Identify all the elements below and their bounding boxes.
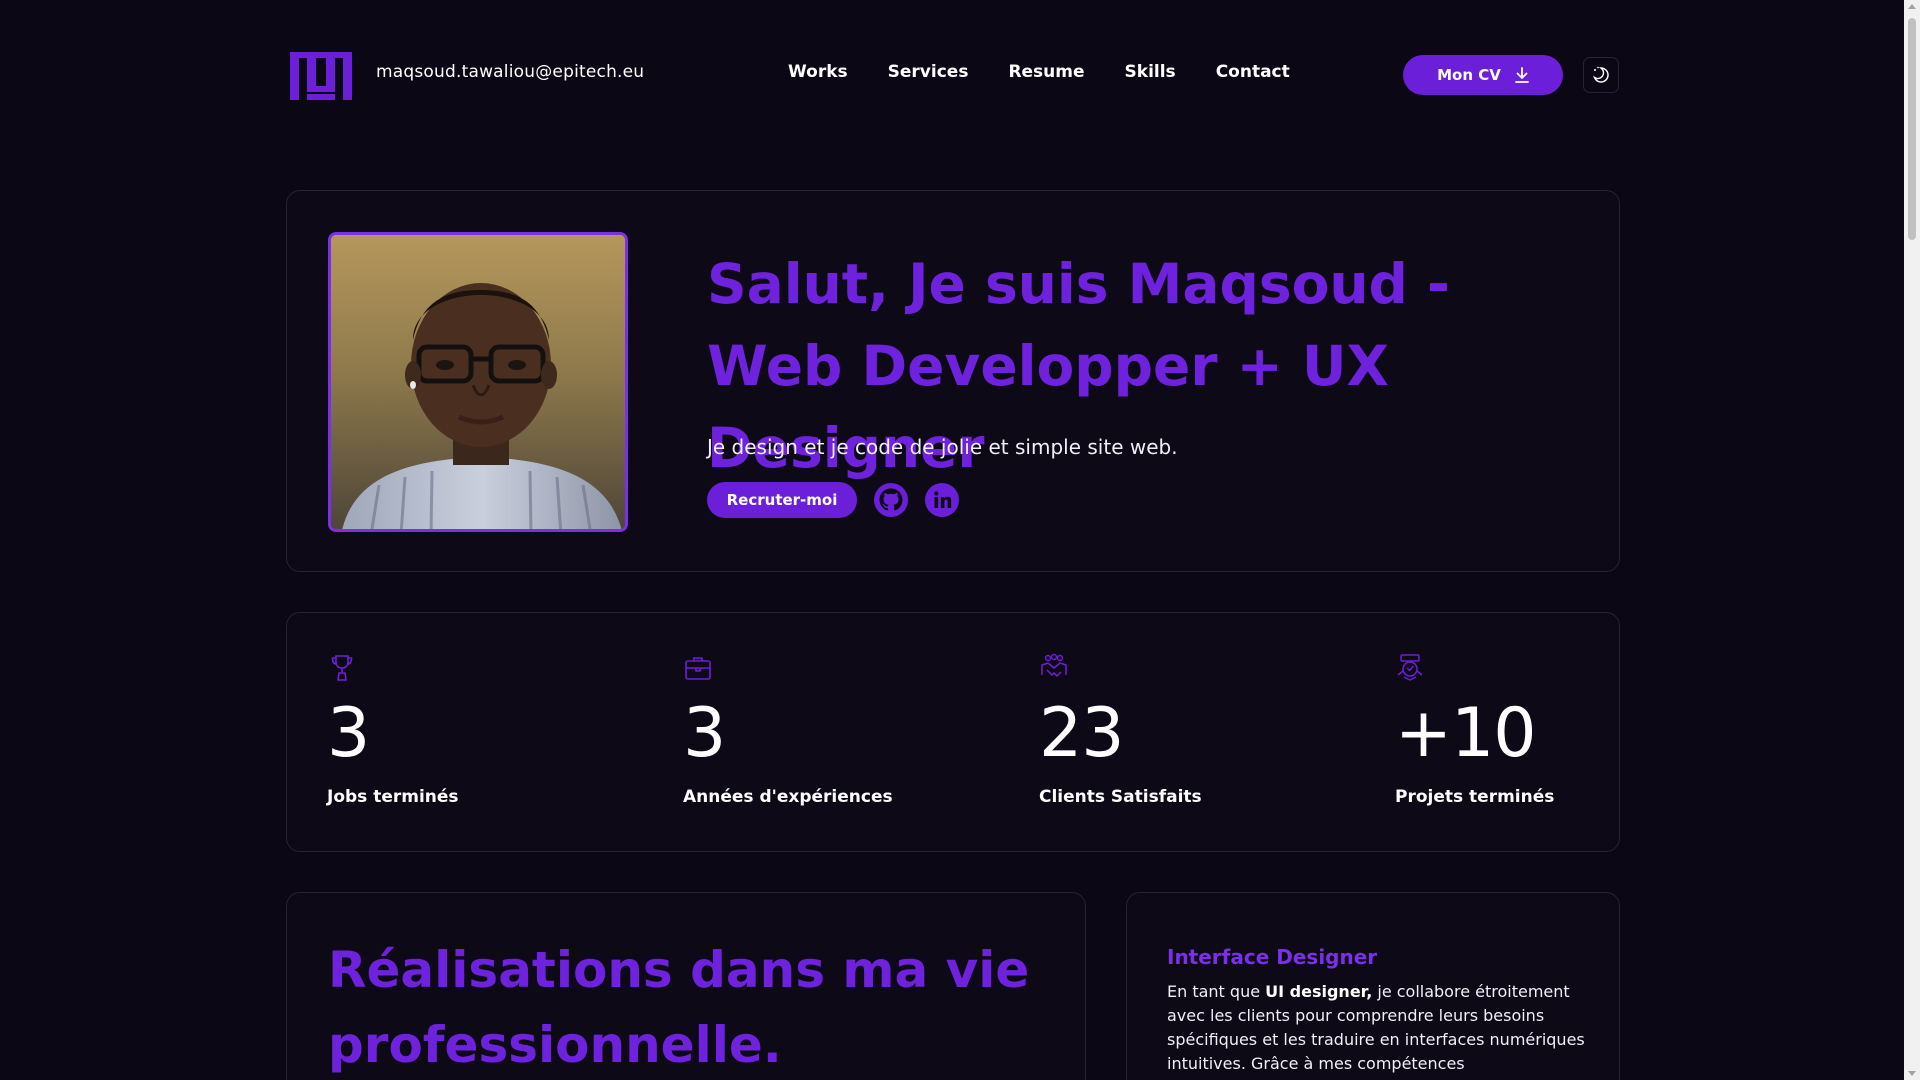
- service-text-start: En tant que: [1167, 982, 1266, 1001]
- linkedin-icon[interactable]: [924, 482, 960, 518]
- service-card: Interface Designer En tant que UI design…: [1126, 892, 1620, 1080]
- handshake-icon: [1041, 653, 1067, 677]
- download-cv-button[interactable]: Mon CV: [1403, 55, 1563, 95]
- nav-skills[interactable]: Skills: [1125, 62, 1176, 82]
- nav-services[interactable]: Services: [888, 62, 969, 82]
- stat-experience: 3 Années d'expériences: [683, 653, 983, 807]
- cv-button-label: Mon CV: [1437, 66, 1501, 84]
- stat-value: 23: [1039, 694, 1125, 773]
- hero-subtitle: Je design et je code de jolie et simple …: [707, 435, 1178, 459]
- award-icon: [1397, 654, 1423, 681]
- stat-label: Projets terminés: [1395, 787, 1555, 807]
- stat-label: Jobs terminés: [327, 787, 459, 807]
- briefcase-icon: [685, 657, 711, 680]
- theme-toggle-button[interactable]: [1583, 57, 1619, 93]
- stat-value: 3: [327, 694, 370, 773]
- stat-label: Clients Satisfaits: [1039, 787, 1202, 807]
- nav-resume[interactable]: Resume: [1008, 62, 1084, 82]
- download-icon: [1514, 67, 1529, 83]
- hire-me-button[interactable]: Recruter-moi: [707, 482, 857, 518]
- scrollbar-thumb[interactable]: [1908, 18, 1916, 240]
- stat-value: 3: [683, 694, 726, 773]
- achievements-card: Réalisations dans ma vie professionnelle…: [286, 892, 1086, 1080]
- service-description: En tant que UI designer, je collabore ét…: [1167, 980, 1587, 1076]
- profile-photo: [331, 235, 625, 529]
- page-scrollbar[interactable]: [1904, 0, 1920, 1080]
- nav-works[interactable]: Works: [788, 62, 848, 82]
- stat-jobs: 3 Jobs terminés: [327, 653, 627, 807]
- stat-value: +10: [1395, 694, 1537, 773]
- logo-icon[interactable]: [290, 52, 352, 100]
- main-nav: Works Services Resume Skills Contact: [788, 62, 1290, 82]
- stat-clients: 23 Clients Satisfaits: [1039, 653, 1339, 807]
- scroll-up-icon[interactable]: [1908, 4, 1916, 9]
- github-icon[interactable]: [873, 482, 909, 518]
- header: maqsoud.tawaliou@epitech.eu Works Servic…: [0, 0, 1904, 150]
- avatar: [328, 232, 628, 532]
- theme-toggle-icon: [1593, 66, 1609, 83]
- header-email[interactable]: maqsoud.tawaliou@epitech.eu: [376, 62, 644, 82]
- trophy-icon: [331, 655, 353, 681]
- service-text-bold: UI designer,: [1265, 982, 1373, 1001]
- service-title: Interface Designer: [1167, 945, 1378, 969]
- stat-label: Années d'expériences: [683, 787, 893, 807]
- scroll-down-icon[interactable]: [1908, 1071, 1916, 1076]
- nav-contact[interactable]: Contact: [1216, 62, 1290, 82]
- stat-projects: +10 Projets terminés: [1395, 653, 1695, 807]
- achievements-title: Réalisations dans ma vie professionnelle…: [328, 941, 1030, 1074]
- stats-card: 3 Jobs terminés 3 Années d'expériences 2…: [286, 612, 1620, 852]
- hero-card: Salut, Je suis Maqsoud - Web Developper …: [286, 190, 1620, 572]
